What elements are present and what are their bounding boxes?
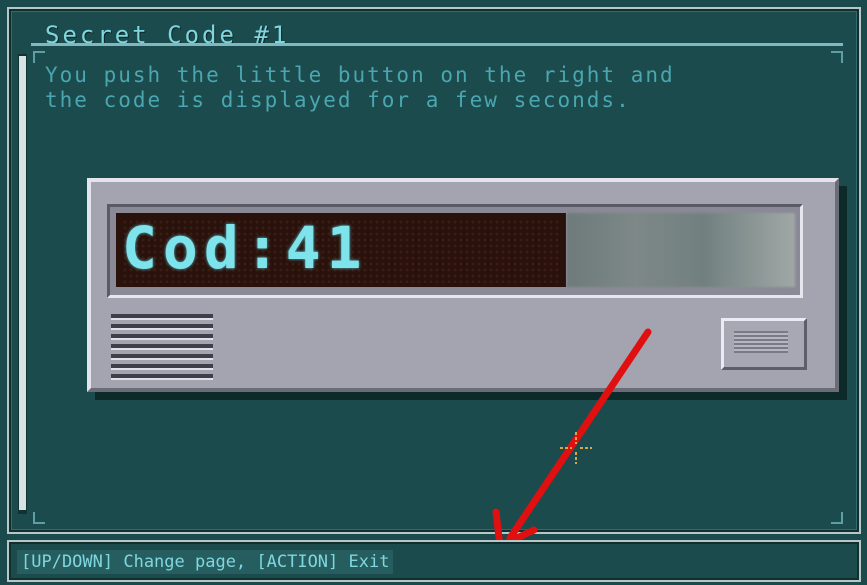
- code-device: Cod:41: [87, 178, 839, 392]
- title-divider: [31, 43, 843, 46]
- blurred-display-area: [567, 213, 795, 287]
- scrollbar[interactable]: [18, 54, 27, 514]
- scrollbar-thumb[interactable]: [19, 56, 26, 510]
- controls-hint: [UP/DOWN] Change page, [ACTION] Exit: [17, 550, 394, 574]
- crosshair-cursor-icon: [560, 432, 592, 464]
- display-bezel: Cod:41: [107, 204, 803, 298]
- corner-bracket: [33, 512, 45, 524]
- led-display: Cod:41: [116, 213, 566, 287]
- little-push-button[interactable]: [721, 318, 807, 370]
- button-grip-icon: [734, 331, 788, 353]
- corner-bracket: [831, 512, 843, 524]
- controls-bar: [UP/DOWN] Change page, [ACTION] Exit: [7, 540, 861, 582]
- dialog-window: Secret Code #1 You push the little butto…: [7, 7, 861, 534]
- corner-bracket: [33, 51, 45, 63]
- corner-bracket: [831, 51, 843, 63]
- description-text: You push the little button on the right …: [45, 63, 675, 112]
- speaker-vent-icon: [111, 314, 213, 380]
- led-code-text: Cod:41: [122, 214, 368, 282]
